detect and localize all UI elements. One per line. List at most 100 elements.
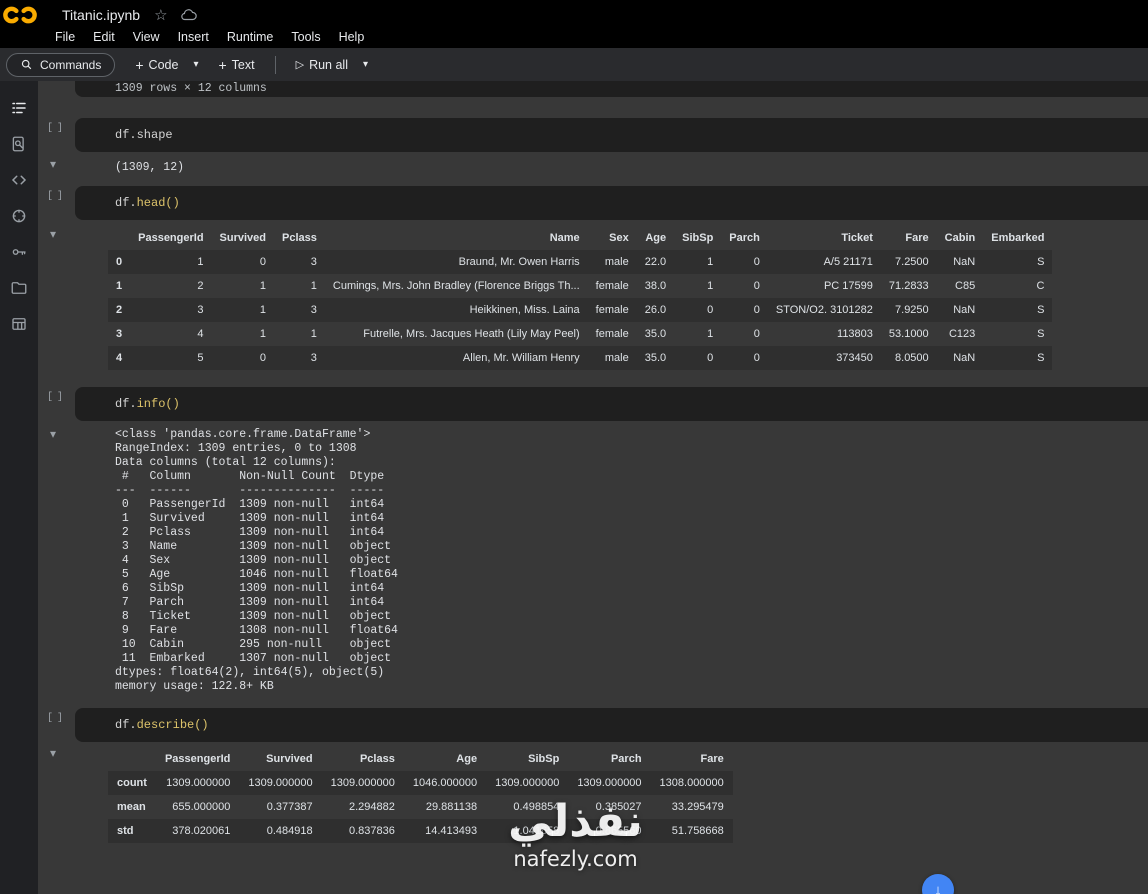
column-header: Survived xyxy=(266,753,313,765)
column-header: Age xyxy=(645,232,667,244)
table-cell: 1046.000000 xyxy=(412,777,478,789)
variables-icon[interactable] xyxy=(9,207,29,225)
column-header: Fare xyxy=(700,753,724,765)
row-index: mean xyxy=(117,801,146,813)
table-cell: PC 17599 xyxy=(823,280,873,292)
table-row: std 378.020061 0.484918 0.837836 14.413493 1.… xyxy=(108,819,733,843)
column-header: Ticket xyxy=(841,232,873,244)
find-and-replace-icon[interactable] xyxy=(9,135,29,153)
menu-help[interactable]: Help xyxy=(330,28,374,46)
secrets-key-icon[interactable] xyxy=(9,243,29,261)
execution-indicator[interactable]: [ ] xyxy=(47,392,63,403)
table-cell: C xyxy=(1036,280,1045,292)
arrow-down-icon: ↓ xyxy=(934,881,942,894)
code-text: df.shape xyxy=(115,128,173,142)
run-all-label: Run all xyxy=(309,57,348,72)
add-code-dropdown-icon[interactable]: ▾ xyxy=(193,59,198,70)
colab-logo-icon[interactable] xyxy=(2,4,38,26)
table-cell: 1 xyxy=(707,280,714,292)
column-header: Embarked xyxy=(991,232,1045,244)
notebook-title[interactable]: Titanic.ipynb xyxy=(62,7,140,23)
add-text-button[interactable]: + Text xyxy=(212,54,260,76)
star-icon[interactable]: ☆ xyxy=(154,6,167,24)
table-cell: 0 xyxy=(753,352,760,364)
collapse-output-icon[interactable]: ▾ xyxy=(50,157,56,171)
table-cell: 1 xyxy=(259,280,267,292)
cloud-save-icon[interactable] xyxy=(180,6,198,24)
table-cell: 33.295479 xyxy=(671,801,724,813)
code-function-call: info() xyxy=(136,397,180,411)
collapse-output-icon[interactable]: ▾ xyxy=(50,427,56,441)
data-table-icon[interactable] xyxy=(9,315,29,333)
row-index: 0 xyxy=(116,256,123,268)
collapse-output-icon[interactable]: ▾ xyxy=(50,746,56,760)
table-cell: STON/O2. 3101282 xyxy=(775,304,873,316)
menu-tools[interactable]: Tools xyxy=(282,28,329,46)
table-cell: 1 xyxy=(707,328,714,340)
table-cell: female xyxy=(595,304,629,316)
table-row: 0 1 0 3 Braund, Mr. Owen Harris male 22.0 1 0 A/5… xyxy=(108,250,1053,274)
code-snippets-icon[interactable] xyxy=(9,171,29,189)
table-cell: 3 xyxy=(310,304,317,316)
table-cell: 1309.000000 xyxy=(330,777,395,789)
dataframe-describe-table: PassengerId Survived Pclass Age SibSp Parch Fa… xyxy=(108,747,733,843)
code-editor[interactable]: df.shape xyxy=(75,118,1148,152)
notebook-toolbar: Commands + Code ▾ + Text ▷ Run all ▾ xyxy=(0,48,1148,81)
table-cell: 0 xyxy=(707,352,714,364)
code-text: df. xyxy=(115,397,137,411)
files-folder-icon[interactable] xyxy=(9,279,29,297)
table-cell: 113803 xyxy=(837,328,873,340)
code-editor[interactable]: df.head() xyxy=(75,186,1148,220)
menu-insert[interactable]: Insert xyxy=(169,28,218,46)
menu-view[interactable]: View xyxy=(124,28,169,46)
run-all-dropdown-icon[interactable]: ▾ xyxy=(363,59,368,70)
execution-indicator[interactable]: [ ] xyxy=(47,123,63,134)
table-cell: 14.413493 xyxy=(425,825,478,837)
table-cell: 1309.000000 xyxy=(577,777,642,789)
table-cell: 0.377387 xyxy=(266,801,313,813)
table-cell: 3 xyxy=(310,352,317,364)
column-header: Sex xyxy=(609,232,629,244)
table-cell: 0 xyxy=(259,256,267,268)
code-editor[interactable]: df.describe() xyxy=(75,708,1148,742)
code-cell-df-info: [ ] df.info() xyxy=(38,387,1148,421)
table-cell: 7.2500 xyxy=(895,256,929,268)
column-header: Fare xyxy=(905,232,929,244)
table-of-contents-icon[interactable] xyxy=(9,99,29,117)
row-index: 1 xyxy=(116,280,123,292)
code-text: df. xyxy=(115,196,137,210)
column-header xyxy=(108,747,156,771)
previous-cell-output: 1309 rows × 12 columns xyxy=(75,81,1148,97)
run-all-button[interactable]: ▷ Run all xyxy=(290,54,354,76)
commands-button[interactable]: Commands xyxy=(6,52,116,77)
column-header: Pclass xyxy=(359,753,395,765)
table-cell: 26.0 xyxy=(644,304,667,316)
table-cell: 53.1000 xyxy=(888,328,929,340)
table-cell: C123 xyxy=(948,328,976,340)
column-header: PassengerId xyxy=(164,753,231,765)
menu-runtime[interactable]: Runtime xyxy=(218,28,283,46)
table-cell: 35.0 xyxy=(644,328,667,340)
table-cell: 378.020061 xyxy=(172,825,231,837)
table-row: mean 655.000000 0.377387 2.294882 29.881138 0… xyxy=(108,795,733,819)
code-editor[interactable]: df.info() xyxy=(75,387,1148,421)
output-df-describe: ▾ PassengerId Survived Pclass Age SibSp Parch… xyxy=(38,746,1148,843)
execution-indicator[interactable]: [ ] xyxy=(47,713,63,724)
column-header: SibSp xyxy=(682,232,714,244)
table-cell: NaN xyxy=(953,256,976,268)
output-df-info: ▾ <class 'pandas.core.frame.DataFrame'> … xyxy=(38,427,1148,694)
column-header: Name xyxy=(549,232,580,244)
table-cell: 1 xyxy=(707,256,714,268)
table-row: 1 2 1 1 Cumings, Mrs. John Bradley (Florence… xyxy=(108,274,1052,298)
execution-indicator[interactable]: [ ] xyxy=(47,191,63,202)
column-header xyxy=(108,228,130,250)
collapse-output-icon[interactable]: ▾ xyxy=(50,227,56,241)
table-cell: A/5 21171 xyxy=(823,256,873,268)
table-cell: S xyxy=(1037,328,1045,340)
add-code-button[interactable]: + Code xyxy=(129,54,184,76)
menu-file[interactable]: File xyxy=(46,28,84,46)
menu-edit[interactable]: Edit xyxy=(84,28,124,46)
table-cell: 1 xyxy=(259,328,267,340)
column-header: Parch xyxy=(610,753,642,765)
row-index: std xyxy=(117,825,134,837)
